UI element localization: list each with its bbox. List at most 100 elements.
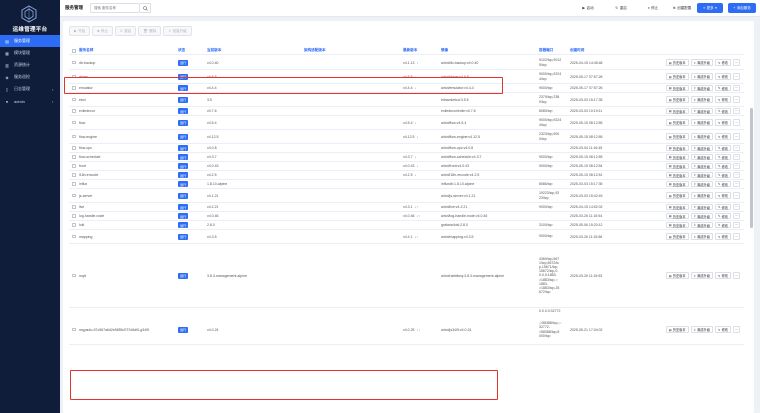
edit-button[interactable]: ✎ 修改 [714,119,731,126]
more-actions-button[interactable]: ··· [733,180,740,188]
col-status[interactable]: 状态 [178,48,185,53]
edit-button[interactable]: ✎ 修改 [714,272,731,279]
history-button[interactable]: ▤ 历史版本 [665,171,689,179]
more-actions-button[interactable]: ··· [733,119,740,126]
more-actions-button[interactable]: ··· [733,171,740,179]
row-checkbox[interactable] [72,173,76,177]
offline-upgrade-button[interactable]: ⇪ 离线升级 [690,180,713,188]
table-row[interactable]: exiledecor 运行 v0.7.6 exiledecor/exile:v0.7.… [69,107,744,116]
offline-upgrade-button[interactable]: ⇪ 离线升级 [690,59,713,66]
edit-button[interactable]: ✎ 修改 [714,171,731,179]
row-checkbox[interactable] [72,109,76,113]
toolbar-button-3[interactable]: 🗑 删除 [138,26,162,36]
col-current-version[interactable]: 当前版本 [207,48,221,53]
sidebar-item-5[interactable]: ● admin › [0,95,60,107]
edit-button[interactable]: ✎ 修改 [714,84,731,92]
more-actions-button[interactable]: ··· [733,96,740,103]
edit-button[interactable]: ✎ 修改 [714,233,731,240]
search-input[interactable] [90,3,140,13]
sidebar-item-4[interactable]: ▯ 日志管理 › [0,83,60,95]
offline-upgrade-button[interactable]: ⇪ 离线升级 [690,233,713,240]
row-checkbox[interactable] [72,234,76,239]
col-latest-version[interactable]: 最新版本 [403,48,417,53]
table-row[interactable]: l18n-encode 运行 v4.2.5 v4.2.5 ↓ airiot/l18n-en… [69,171,744,180]
row-checkbox[interactable] [72,74,76,79]
more-actions-button[interactable]: ··· [733,107,740,115]
offline-upgrade-button[interactable]: ⇪ 离线升级 [690,192,713,199]
table-row[interactable]: etcd 运行 3.5 bitnami/etcd:3.5.5 2379/tcp,238 … [69,93,744,107]
more-actions-button[interactable]: ··· [733,203,740,211]
table-row[interactable]: live 运行 v4.2.21 v4.3.1 ↓↑ airiot/live:v4.2.21… [69,203,744,212]
history-button[interactable]: ▤ 历史版本 [665,272,689,279]
sidebar-item-3[interactable]: ◈ 服务巡检 [0,71,60,83]
table-row[interactable]: influx 运行 1.8.10-alpine influxdb:1.8.10-alp… [69,180,744,189]
offline-upgrade-button[interactable]: ⇪ 离线升级 [690,133,713,140]
offline-upgrade-button[interactable]: ⇪ 离线升级 [690,84,713,92]
history-button[interactable]: ▤ 历史版本 [665,59,689,66]
col-name[interactable]: 服务名称 [79,48,93,53]
table-row[interactable]: flow-opc 运行 v4.0.8 airiot/flow-opc:v4.0.8 20… [69,144,744,153]
edit-button[interactable]: ✎ 修改 [714,221,731,229]
edit-button[interactable]: ✎ 修改 [714,96,731,103]
table-row[interactable]: mqtt 运行 3.8.3-management-alpine airiot/rabb… [69,244,744,308]
table-row[interactable]: log-handle-node 运行 v4.0.46 v4.0.46 ↓↑ airiot/… [69,212,744,221]
edit-button[interactable]: ✎ 修改 [714,326,731,333]
more-actions-button[interactable]: ··· [733,192,740,199]
toolbar-button-2[interactable]: ↻ 重启 [114,26,137,36]
select-all-checkbox[interactable] [72,49,76,53]
history-button[interactable]: ▤ 历史版本 [665,180,689,188]
edit-button[interactable]: ✎ 修改 [714,180,731,188]
history-button[interactable]: ▤ 历史版本 [665,153,689,161]
table-row[interactable]: flow-schedule 运行 v4.3.7 v4.3.7 ↓ airiot/flow-… [69,153,744,162]
more-actions-button[interactable]: ··· [733,153,740,161]
row-checkbox[interactable] [72,86,76,90]
edit-button[interactable]: ✎ 修改 [714,107,731,115]
edit-button[interactable]: ✎ 修改 [714,153,731,161]
sidebar-item-0[interactable]: ▤ 服务管理 [0,35,60,47]
row-checkbox[interactable] [72,205,76,209]
edit-button[interactable]: ✎ 修改 [714,59,731,66]
row-checkbox[interactable] [72,223,76,227]
offline-upgrade-button[interactable]: ⇪ 离线升级 [690,144,713,152]
history-button[interactable]: ▤ 历史版本 [665,119,689,126]
vertical-scrollbar[interactable] [750,108,753,228]
edit-button[interactable]: ✎ 修改 [714,192,731,199]
more-actions-button[interactable]: ··· [733,221,740,229]
edit-button[interactable]: ✎ 修改 [714,212,731,220]
more-actions-button[interactable]: ··· [733,212,740,220]
more-actions-button[interactable]: ··· [733,272,740,279]
edit-button[interactable]: ✎ 修改 [714,203,731,211]
more-actions-button[interactable]: ··· [733,233,740,240]
offline-upgrade-button[interactable]: ⇪ 离线升级 [690,221,713,229]
more-actions-button[interactable]: ··· [733,144,740,152]
edit-button[interactable]: ✎ 修改 [714,73,731,80]
offline-upgrade-button[interactable]: ⇪ 离线升级 [690,162,713,170]
table-row[interactable]: db-backup 运行 v4.0.40 v4.1.13 ↓ airiot/db-back… [69,56,744,70]
more-actions-button[interactable]: ··· [733,133,740,140]
history-button[interactable]: ▤ 历史版本 [665,326,689,333]
toolbar-button-1[interactable]: ■ 停止 [92,26,113,36]
table-row[interactable]: loki 运行 2.8.0 grafana/loki:2.8.0 3100/tcp 202… [69,221,744,230]
history-button[interactable]: ▤ 历史版本 [665,107,689,115]
table-row[interactable]: mapping 运行 v4.3.5 v4.4.1 ↓↑ airiot/mapping:v4… [69,230,744,244]
edit-button[interactable]: ✎ 修改 [714,133,731,140]
offline-upgrade-button[interactable]: ⇪ 离线升级 [690,171,713,179]
start-button[interactable]: ▶ 启动 [575,3,601,13]
history-button[interactable]: ▤ 历史版本 [665,162,689,170]
table-row[interactable]: front 运行 v4.0.43 v4.0.43 ↓ airiot/front:v4.0.… [69,162,744,171]
toolbar-button-4[interactable]: ⇪ 批量升级 [163,26,192,36]
search-button[interactable] [140,3,151,13]
row-checkbox[interactable] [72,60,76,65]
offline-upgrade-button[interactable]: ⇪ 离线升级 [690,107,713,115]
more-actions-button[interactable]: ··· [733,59,740,66]
row-checkbox[interactable] [72,193,76,198]
history-button[interactable]: ▤ 历史版本 [665,84,689,92]
row-checkbox[interactable] [72,120,76,125]
row-checkbox[interactable] [72,273,76,278]
restart-button[interactable]: ↻ 重启 [608,3,634,13]
offline-upgrade-button[interactable]: ⇪ 离线升级 [690,326,713,333]
offline-upgrade-button[interactable]: ⇪ 离线升级 [690,119,713,126]
more-dropdown-button[interactable]: ≡ 更多 ▾ [697,3,723,13]
edit-button[interactable]: ✎ 修改 [714,144,731,152]
history-button[interactable]: ▤ 历史版本 [665,73,689,80]
